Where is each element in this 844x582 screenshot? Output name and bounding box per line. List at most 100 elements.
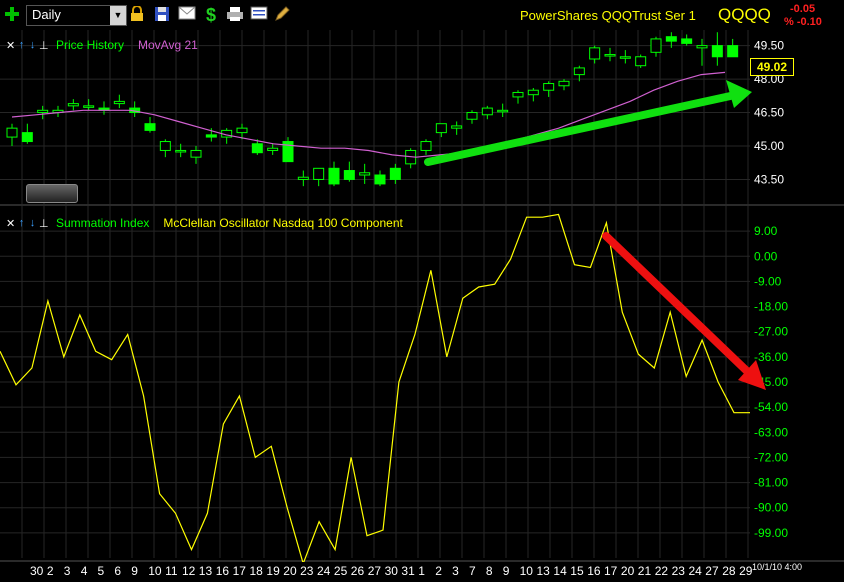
x-axis-label: 31 [401, 564, 415, 578]
candle-body [6, 127, 18, 138]
candle-body [589, 47, 601, 60]
x-axis-label: 1 [418, 564, 425, 578]
x-axis-label: 9 [502, 564, 510, 578]
price-axis-label: 49.50 [754, 39, 784, 53]
candle-body [267, 147, 279, 151]
candle-body [558, 80, 570, 87]
x-axis-label: 14 [553, 564, 567, 578]
candle-body [67, 103, 79, 107]
chart-canvas: 49.5048.0046.5045.0043.509.000.00-9.00-1… [0, 30, 844, 566]
x-axis-label: 13 [536, 564, 550, 578]
x-axis-label: 4 [80, 564, 88, 578]
x-axis-label: 21 [637, 564, 652, 578]
close-icon[interactable]: ✕ [6, 39, 15, 52]
movavg-label: MovAvg 21 [138, 38, 198, 52]
x-axis-label: 13 [198, 564, 213, 578]
price-axis-label: 43.50 [754, 172, 784, 186]
x-axis-label: 19 [266, 564, 280, 578]
x-axis: 30 2 3 4 5 6 9 10 11 12 13 16 17 18 19 20 23 24 25 26 27 30 31… [0, 562, 844, 582]
maximize-icon[interactable]: ⊥ [39, 39, 49, 52]
price-axis-label: 46.50 [754, 106, 784, 120]
candle-body [236, 127, 248, 134]
moving-average-line [11, 71, 726, 158]
arrow-down-icon[interactable]: ↓ [28, 217, 37, 229]
candle-body [543, 83, 555, 91]
candle-body [144, 123, 156, 131]
x-axis-label: 2 [435, 564, 442, 578]
arrow-up-icon[interactable]: ↑ [17, 39, 26, 51]
candle-body [251, 143, 263, 154]
x-axis-label: 24 [688, 564, 702, 578]
candle-body [420, 141, 432, 151]
x-axis-label: 15 [570, 564, 584, 578]
mcclellan-label: McClellan Oscillator Nasdaq 100 Componen… [163, 216, 403, 230]
date-box: 10/1/10 4:00 [752, 562, 803, 572]
arrow-up-icon[interactable]: ↑ [17, 217, 26, 229]
candle-body [635, 56, 647, 67]
candle-body [297, 176, 309, 180]
price-history-label: Price History [56, 38, 125, 52]
x-axis-label: 26 [350, 564, 365, 578]
x-axis-label: 17 [232, 564, 246, 578]
x-axis-label: 7 [469, 564, 476, 578]
oscillator-axis-label: -81.00 [754, 476, 788, 490]
arrow-down-icon[interactable]: ↓ [28, 39, 37, 51]
candle-body [466, 112, 478, 120]
x-axis-label: 12 [182, 564, 196, 578]
x-axis-label: 9 [131, 564, 138, 578]
candle-body [190, 149, 202, 158]
x-axis-label: 16 [215, 564, 230, 578]
candle-body [527, 89, 539, 96]
x-axis-label: 20 [620, 564, 635, 578]
candle-body [619, 56, 631, 59]
candle-body [711, 45, 723, 58]
oscillator-axis-label: 0.00 [754, 249, 778, 263]
candle-body [727, 45, 739, 58]
maximize-icon[interactable]: ⊥ [39, 217, 49, 230]
oscillator-axis-label: -99.00 [754, 526, 788, 540]
last-price-tag: 49.02 [750, 58, 794, 76]
candle-body [497, 109, 509, 113]
candle-body [83, 105, 95, 108]
candle-body [374, 174, 386, 185]
x-axis-label: 30 [30, 564, 44, 578]
candle-body [205, 134, 217, 138]
candle-body [343, 170, 355, 180]
oscillator-axis-label: -72.00 [754, 450, 788, 464]
scroll-button[interactable] [26, 184, 78, 203]
x-axis-label: 23 [300, 564, 314, 578]
oscillator-panel-header: ✕ ↑ ↓ ⊥ Summation Index McClellan Oscill… [6, 216, 403, 230]
candle-body [451, 125, 463, 129]
candle-body [604, 54, 616, 57]
candle-body [696, 45, 708, 49]
x-axis-label: 28 [722, 564, 736, 578]
candle-body [359, 172, 371, 176]
candle-body [175, 149, 187, 153]
candle-body [159, 141, 171, 151]
candle-body [328, 167, 340, 185]
candle-body [573, 67, 585, 76]
oscillator-axis-label: -54.00 [754, 400, 788, 414]
x-axis-label: 2 [46, 564, 54, 578]
candle-body [313, 167, 325, 180]
x-axis-label: 22 [654, 564, 669, 578]
x-axis-label: 27 [705, 564, 719, 578]
x-axis-label: 10 [148, 564, 162, 578]
x-axis-label: 29 [739, 564, 753, 578]
candle-body [665, 36, 677, 42]
x-axis-label: 16 [587, 564, 601, 578]
x-axis-label: 6 [114, 564, 122, 578]
x-axis-label: 3 [452, 564, 459, 578]
x-axis-label: 17 [604, 564, 618, 578]
price-axis-label: 45.00 [754, 139, 784, 153]
candle-body [389, 167, 401, 180]
x-axis-label: 25 [333, 564, 348, 578]
candle-body [435, 123, 447, 134]
x-axis-label: 18 [249, 564, 263, 578]
oscillator-axis-label: -27.00 [754, 325, 788, 339]
x-axis-label: 23 [671, 564, 685, 578]
candle-body [113, 100, 125, 105]
uptrend-arrow [424, 91, 739, 166]
close-icon[interactable]: ✕ [6, 217, 15, 230]
candle-body [512, 91, 524, 98]
